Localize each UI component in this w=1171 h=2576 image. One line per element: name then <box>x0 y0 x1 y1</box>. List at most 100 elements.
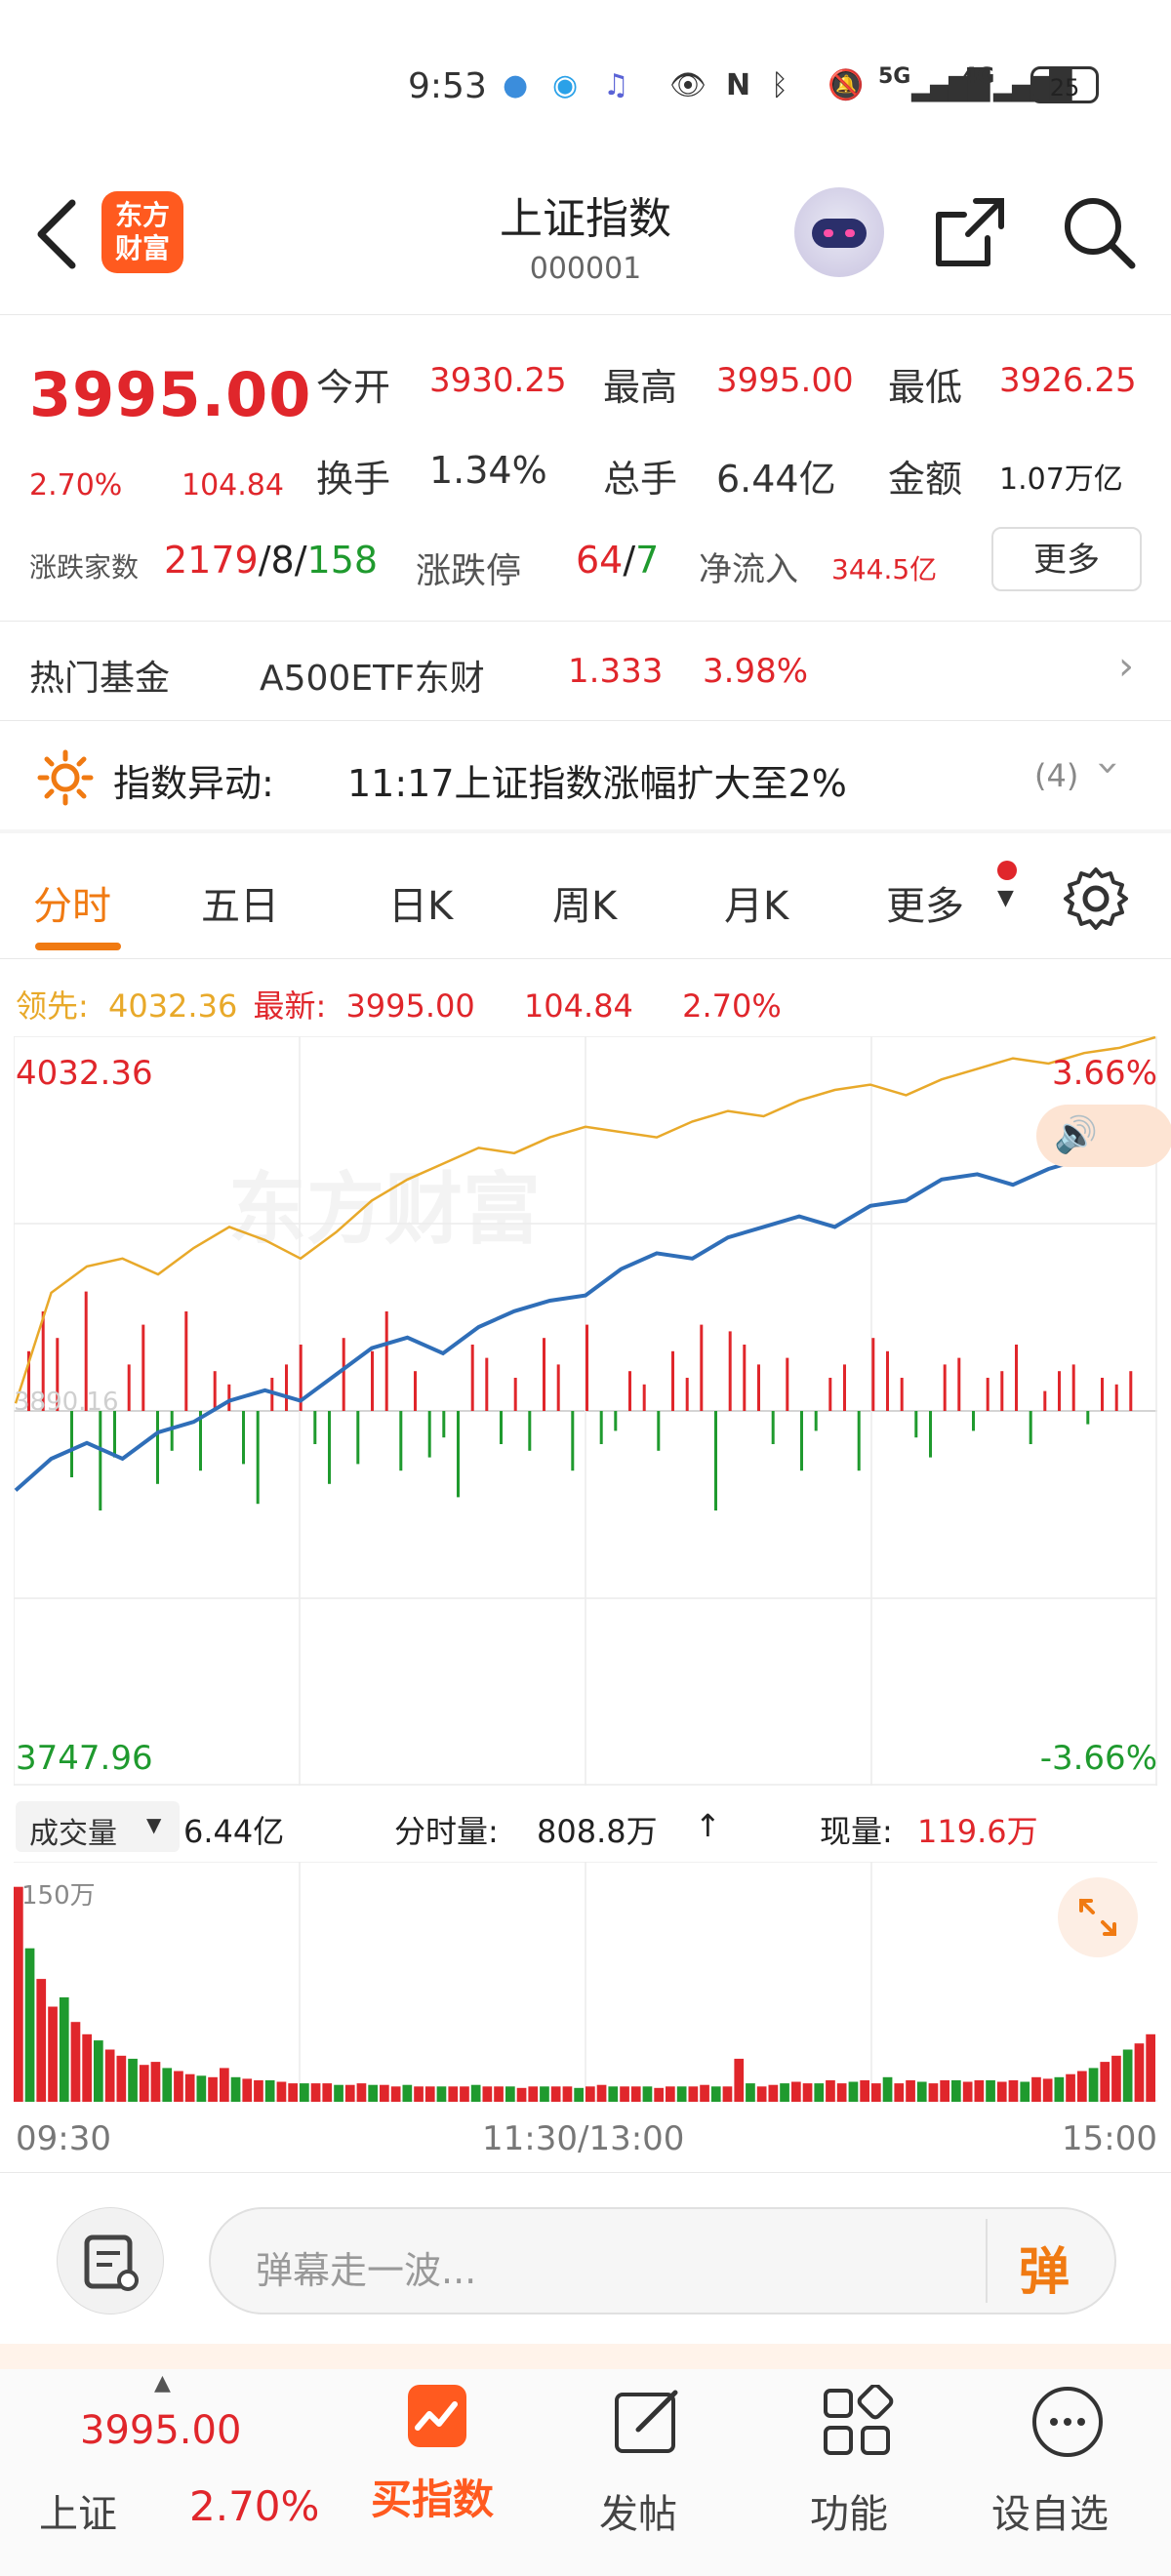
volume-bar <box>14 1886 23 2102</box>
breadth-bar <box>371 1350 374 1411</box>
buy-index-label[interactable]: 买指数 <box>371 2467 494 2526</box>
volume-bar <box>1088 2068 1099 2102</box>
volume-bar <box>608 2086 619 2102</box>
breadth-bar <box>814 1411 818 1431</box>
breadth-bar <box>170 1411 174 1451</box>
breadth-bar <box>571 1411 575 1471</box>
breadth-bar <box>99 1411 102 1510</box>
add-watchlist-label[interactable]: 设自选 <box>991 2482 1109 2539</box>
volume-bar <box>242 2078 253 2102</box>
volume-bar <box>48 2006 58 2102</box>
ai-assistant-avatar[interactable] <box>794 187 884 277</box>
volume-bar <box>128 2058 138 2102</box>
volume-bar <box>962 2081 973 2102</box>
volume-bar <box>1122 2049 1133 2102</box>
alert-label: 指数异动: <box>113 762 274 805</box>
turnover-label: 换手 <box>316 458 391 501</box>
more-quote-button[interactable]: 更多 <box>991 527 1142 591</box>
volume-bar <box>630 2086 641 2102</box>
low-value: 3926.25 <box>999 361 1137 400</box>
breadth-flat: 8 <box>270 539 295 582</box>
breadth-bar <box>599 1411 603 1444</box>
breadth-bar <box>184 1311 188 1411</box>
breadth-sep-2: / <box>294 539 307 582</box>
volume-bar <box>586 2086 595 2102</box>
pct-top-label: 3.66% <box>1051 1054 1157 1093</box>
fullscreen-button[interactable] <box>1058 1877 1138 1957</box>
buy-index-icon[interactable] <box>375 2381 498 2461</box>
hot-fund-name: A500ETF东财 <box>260 659 485 699</box>
status-time: 9:53 <box>408 66 487 106</box>
nav-ticker-price[interactable]: 3995.00 <box>80 2408 241 2453</box>
volume-bar <box>505 2086 515 2102</box>
post-label[interactable]: 发帖 <box>599 2482 677 2539</box>
tab-more[interactable]: 更多 <box>886 874 964 931</box>
volume-bar <box>264 2080 275 2102</box>
tab-daily-k[interactable]: 日K <box>388 874 453 931</box>
volume-bar <box>700 2084 709 2102</box>
volume-bar <box>722 2086 733 2102</box>
breadth-bar <box>384 1311 388 1411</box>
breadth-bar <box>313 1411 317 1444</box>
chevron-down-icon: › <box>1086 760 1131 776</box>
volume-bar <box>150 2062 161 2102</box>
volume-bar <box>322 2083 333 2102</box>
volume-bar <box>848 2081 859 2102</box>
amount-label: 金额 <box>888 458 963 501</box>
hot-fund-price: 1.333 <box>568 652 664 691</box>
volume-bar <box>1054 2076 1065 2102</box>
comment-list-button[interactable] <box>57 2207 164 2314</box>
breadth-bar <box>614 1411 618 1431</box>
breadth-bar <box>714 1411 717 1510</box>
breadth-bar <box>943 1364 947 1411</box>
nfc-icon: N <box>726 68 751 102</box>
breadth-bar <box>342 1338 345 1411</box>
tab-weekly-k[interactable]: 周K <box>552 874 617 931</box>
breadth-bar <box>586 1324 588 1411</box>
volume-bar <box>676 2086 687 2102</box>
volume-bar <box>951 2080 961 2102</box>
index-alert-row[interactable]: 指数异动: 11:17上证指数涨幅扩大至2% (4) › <box>0 724 1171 829</box>
volume-scale-label: 150万 <box>21 1881 96 1911</box>
tab-intraday[interactable]: 分时 <box>33 874 111 931</box>
volume-bar <box>746 2083 755 2102</box>
volume-bar <box>254 2080 263 2102</box>
volume-bar <box>424 2086 435 2102</box>
share-icon[interactable] <box>933 195 1007 269</box>
volume-chart[interactable]: 150万 <box>14 1862 1157 2102</box>
danmu-toggle-button[interactable]: 弹 <box>1019 2231 1070 2304</box>
post-edit-icon[interactable] <box>611 2385 685 2459</box>
danmu-input[interactable]: 弹幕走一波... 弹 <box>209 2207 1116 2314</box>
features-label[interactable]: 功能 <box>810 2482 888 2539</box>
minute-volume-arrow: ↑ <box>695 1807 721 1844</box>
volume-chart-svg <box>14 1862 1157 2102</box>
breadth-bar <box>828 1378 832 1411</box>
browser-notification-icon: ◉ <box>552 68 579 102</box>
hot-fund-label: 热门基金 <box>29 659 171 699</box>
breadth-bar <box>685 1378 689 1411</box>
voice-broadcast-button[interactable]: 🔊 <box>1036 1105 1171 1167</box>
volume-bar <box>356 2083 367 2102</box>
tab-five-day[interactable]: 五日 <box>201 874 279 931</box>
search-icon[interactable] <box>1060 193 1138 271</box>
volume-bar <box>368 2084 378 2102</box>
signal-4g-label: 4G <box>962 64 995 89</box>
breadth-bar <box>1114 1384 1118 1411</box>
more-dots-icon[interactable] <box>1029 2383 1107 2461</box>
breadth-bar <box>70 1411 73 1477</box>
indicator-selector[interactable]: 成交量 ▼ <box>16 1801 180 1852</box>
volume-bar <box>116 2055 127 2102</box>
intraday-chart[interactable]: 东方财富 4032.36 3.66% 3890.16 3747.96 -3.66… <box>14 1036 1171 1786</box>
settings-gear-icon[interactable] <box>1062 865 1130 933</box>
tab-monthly-k[interactable]: 月K <box>724 874 788 931</box>
music-notification-icon: ♫ <box>603 68 629 102</box>
watermark-logo: 东方财富 <box>228 1164 541 1255</box>
breadth-up: 2179 <box>164 539 259 582</box>
breadth-bar <box>671 1350 674 1411</box>
hot-fund-row[interactable]: 热门基金 A500ETF东财 1.333 3.98% › <box>0 624 1171 718</box>
features-grid-icon[interactable] <box>820 2385 894 2459</box>
volume-bar <box>162 2068 173 2102</box>
volume-total: 6.44亿 <box>183 1813 285 1850</box>
volume-bar <box>620 2086 629 2102</box>
amount-value: 1.07万亿 <box>999 463 1123 497</box>
